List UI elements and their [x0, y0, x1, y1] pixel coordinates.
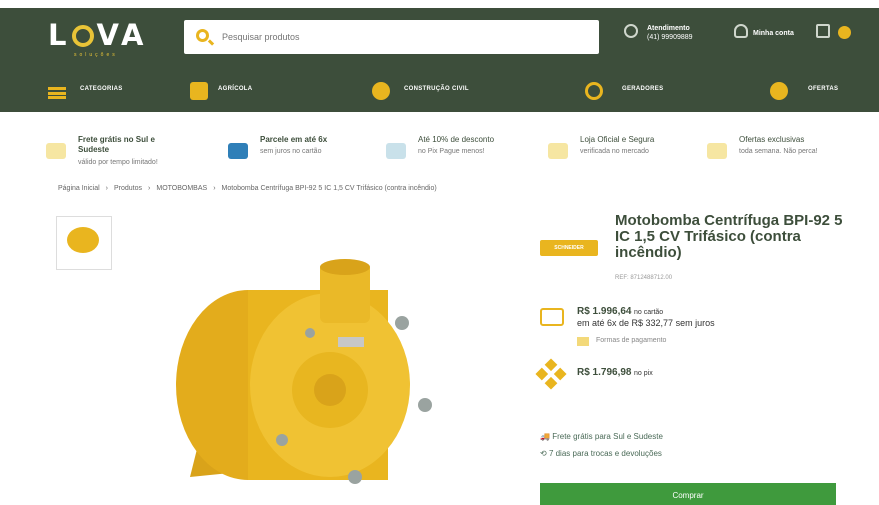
benefit-title: Frete grátis no Sul e Sudeste: [78, 135, 155, 154]
benefit-sub: sem juros no cartão: [260, 148, 322, 155]
returns-text: 7 dias para trocas e devoluções: [548, 449, 662, 458]
category-nav: CATEGORIAS AGRÍCOLA CONSTRUÇÃO CIVIL GER…: [0, 74, 879, 112]
crumb-sep: ›: [105, 185, 108, 192]
benefit-title: Ofertas exclusivas: [739, 135, 805, 144]
search-icon[interactable]: [196, 29, 209, 42]
cart-icon[interactable]: [816, 24, 830, 38]
service-link[interactable]: Atendimento (41) 99909889: [647, 24, 693, 42]
payment-options-link[interactable]: Formas de pagamento: [596, 337, 666, 344]
gift-icon: [707, 143, 727, 159]
benefit-title: Até 10% de desconto: [418, 135, 495, 144]
headset-icon: [624, 24, 638, 38]
search-bar[interactable]: [184, 20, 599, 54]
brand-badge: SCHNEIDER: [540, 240, 598, 256]
benefit-title: Loja Oficial e Segura: [580, 135, 655, 144]
menu-icon[interactable]: [48, 87, 66, 99]
service-label: Atendimento: [647, 25, 690, 32]
account-link[interactable]: Minha conta: [753, 29, 794, 38]
benefit-sub: toda semana. Não perca!: [739, 148, 818, 155]
crumb-current: Motobomba Centrífuga BPI-92 5 IC 1,5 CV …: [221, 185, 437, 192]
site-header: LVA soluções Atendimento (41) 99909889 M…: [0, 8, 879, 112]
service-phone: (41) 99909889: [647, 34, 693, 41]
tractor-icon: [190, 82, 208, 100]
nav-construcao[interactable]: CONSTRUÇÃO CIVIL: [404, 86, 469, 92]
credit-card-icon: [540, 308, 564, 326]
crumb-home[interactable]: Página Inicial: [58, 185, 100, 192]
product-main-image[interactable]: [170, 255, 440, 490]
benefit-title: Parcele em até 6x: [260, 135, 328, 144]
product-page: LVA soluções Atendimento (41) 99909889 M…: [0, 0, 879, 505]
nav-geradores[interactable]: GERADORES: [622, 86, 663, 92]
card-price: R$ 1.996,64: [577, 306, 632, 317]
crumb-products[interactable]: Produtos: [114, 185, 142, 192]
tag-icon: [770, 82, 788, 100]
truck-icon: [46, 143, 66, 159]
product-sku: REF: 8712488712.00: [615, 275, 673, 281]
logo[interactable]: L VA: [48, 18, 147, 52]
cart-badge: [838, 26, 851, 39]
nav-agricola[interactable]: AGRÍCOLA: [218, 86, 252, 92]
breadcrumb: Página Inicial › Produtos › MOTOBOMBAS › Motob…: [55, 185, 440, 192]
pix-price-block: R$ 1.796,98 no pix: [577, 367, 653, 378]
search-input[interactable]: [222, 20, 582, 54]
benefit-sub: verificada no mercado: [580, 148, 649, 155]
pump-thumbnail-image: [67, 227, 99, 253]
product-title: Motobomba Centrífuga BPI-92 5 IC 1,5 CV …: [615, 212, 843, 261]
installments: em até 6x de R$ 332,77 sem juros: [577, 318, 715, 328]
logo-tagline: soluções: [74, 52, 118, 58]
shipping-text: Frete grátis para Sul e Sudeste: [552, 432, 663, 441]
nav-categories[interactable]: CATEGORIAS: [80, 86, 123, 92]
product-thumbnail[interactable]: [56, 216, 112, 270]
pix-price: R$ 1.796,98: [577, 367, 632, 378]
buy-button[interactable]: Comprar: [540, 483, 836, 505]
helmet-icon: [372, 82, 390, 100]
gear-logo-icon: [72, 25, 95, 47]
pix-icon: [386, 143, 406, 159]
crumb-category[interactable]: MOTOBOMBAS: [156, 185, 207, 192]
card-icon: [228, 143, 248, 159]
card-price-block: R$ 1.996,64 no cartão em até 6x de R$ 33…: [577, 306, 715, 329]
benefit-sub: válido por tempo limitado!: [78, 159, 158, 166]
card-price-suffix: no cartão: [634, 309, 664, 316]
benefit-sub: no Pix Pague menos!: [418, 148, 485, 155]
shield-icon: [548, 143, 568, 159]
generator-icon: [585, 82, 603, 100]
pix-logo-icon: [535, 358, 567, 390]
shipping-info: 🚚 Frete grátis para Sul e Sudeste: [540, 432, 663, 441]
returns-info: ⟲ 7 dias para trocas e devoluções: [540, 449, 662, 458]
pix-price-suffix: no pix: [634, 370, 653, 377]
payment-icon: [577, 337, 589, 346]
user-icon: [734, 24, 748, 38]
crumb-sep: ›: [148, 185, 151, 192]
nav-ofertas[interactable]: OFERTAS: [808, 86, 838, 92]
crumb-sep: ›: [213, 185, 216, 192]
